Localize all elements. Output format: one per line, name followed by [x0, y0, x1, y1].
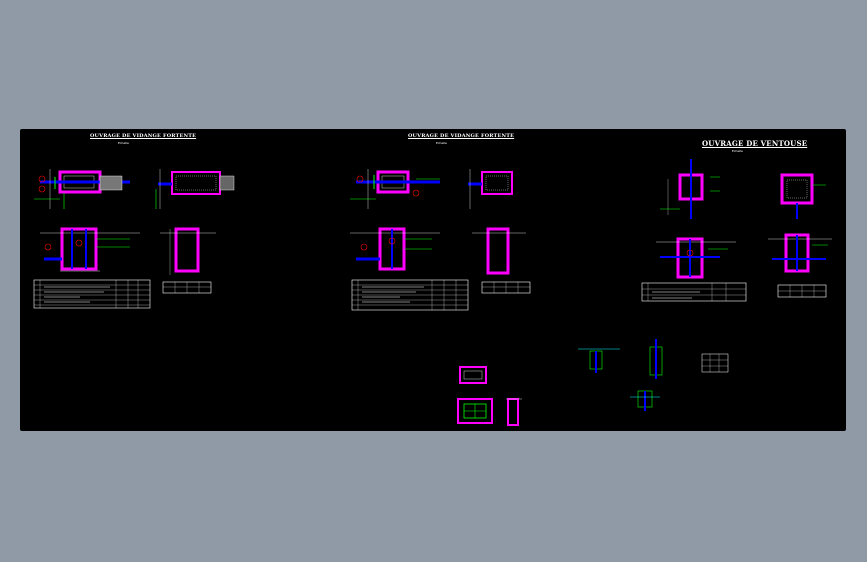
- sheet-1-title: OUVRAGE DE VIDANGE FORTENTE: [90, 133, 197, 139]
- sheet-3-title: OUVRAGE DE VENTOUSE: [702, 139, 808, 148]
- sheet-3-drawings: [641, 159, 832, 302]
- drawing-canvas[interactable]: OUVRAGE DE VIDANGE FORTENTE Echelle OUVR…: [20, 129, 846, 431]
- sheet-2-scale: Echelle: [436, 141, 447, 145]
- sheet-2-title: OUVRAGE DE VIDANGE FORTENTE: [408, 133, 515, 139]
- bottom-details: [457, 339, 729, 426]
- sheet-1-drawings: [33, 169, 235, 309]
- sheet-3-scale: Echelle: [732, 149, 743, 153]
- cad-drawing: [33, 159, 832, 426]
- sheet-1-scale: Echelle: [118, 141, 129, 145]
- sheet-2-drawings: [350, 169, 531, 311]
